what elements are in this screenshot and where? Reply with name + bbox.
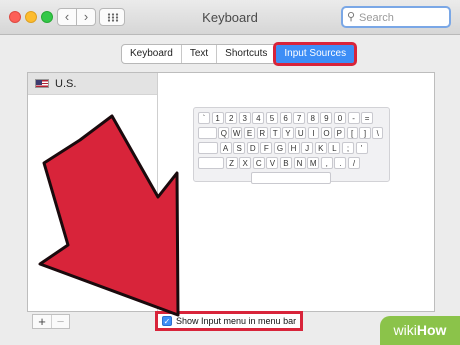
key: J <box>301 142 314 154</box>
keyboard-row: Q W E R T Y U I O P[] \ <box>198 127 385 140</box>
key: L <box>328 142 341 154</box>
key: O <box>320 127 333 139</box>
show-input-menu-label: Show Input menu in menu bar <box>176 316 297 326</box>
key: 3 <box>238 112 251 124</box>
key: ` <box>198 112 210 124</box>
tab-bar: Keyboard Text Shortcuts Input Sources <box>121 42 358 66</box>
back-button[interactable]: ‹ <box>57 8 77 26</box>
key: . <box>334 157 347 169</box>
minimize-button[interactable] <box>25 11 37 23</box>
keyboard-preview: ` 1 2 3 4 5 6 7 8 9 0- = Q W E R T Y U I O P[] \ A S D F G H J K L; ' Z X C… <box>193 107 390 185</box>
key: \ <box>372 127 384 139</box>
add-source-button[interactable]: + <box>33 315 51 328</box>
key: U <box>295 127 307 139</box>
show-all-button[interactable] <box>99 8 125 26</box>
key: V <box>266 157 279 169</box>
search-input[interactable] <box>359 10 447 25</box>
remove-source-button[interactable]: − <box>51 315 69 328</box>
key: 1 <box>211 112 224 124</box>
tab-keyboard[interactable]: Keyboard <box>122 45 182 63</box>
key: D <box>246 142 259 154</box>
key: 0 <box>333 112 346 124</box>
modifier-key <box>198 142 218 154</box>
source-item-label: U.S. <box>55 77 77 90</box>
key: 6 <box>279 112 292 124</box>
grid-icon <box>107 13 119 22</box>
key: 5 <box>265 112 278 124</box>
key: 2 <box>225 112 238 124</box>
key: 7 <box>293 112 306 124</box>
tab-text[interactable]: Text <box>182 45 218 63</box>
key: X <box>239 157 252 169</box>
key: Q <box>218 127 230 139</box>
key: ; <box>341 142 354 154</box>
tab-input-sources[interactable]: Input Sources <box>273 42 358 66</box>
key: G <box>273 142 286 154</box>
key: B <box>279 157 292 169</box>
keyboard-row: ` 1 2 3 4 5 6 7 8 9 0- = <box>198 112 385 125</box>
chevron-left-icon: ‹ <box>64 9 70 24</box>
key: P <box>333 127 345 139</box>
show-input-menu-checkbox[interactable]: ✓ <box>162 316 172 326</box>
key: 8 <box>306 112 319 124</box>
tab-shortcuts[interactable]: Shortcuts <box>217 45 277 63</box>
keyboard-row <box>198 172 385 185</box>
input-sources-panel: U.S. ` 1 2 3 4 5 6 7 8 9 0- = Q W E R T Y U I O P[] \ A S D F G H J K L… <box>27 72 435 312</box>
title-bar: ‹ › Keyboard ⚲ <box>0 0 460 35</box>
space-key <box>250 172 331 184</box>
add-remove-control: + − <box>32 314 70 329</box>
key: C <box>252 157 265 169</box>
key: A <box>219 142 232 154</box>
source-list: U.S. <box>28 73 158 311</box>
key: Z <box>225 157 238 169</box>
key: 4 <box>252 112 265 124</box>
keyboard-row: Z X C V B N M,. / <box>198 157 385 170</box>
wikihow-watermark: wikiHow <box>380 316 460 345</box>
show-input-menu-option[interactable]: ✓ Show Input menu in menu bar <box>155 311 304 331</box>
key: F <box>260 142 273 154</box>
keyboard-row: A S D F G H J K L; ' <box>198 142 385 155</box>
key: - <box>347 112 360 124</box>
us-flag-icon <box>35 79 49 88</box>
key: ' <box>355 142 368 154</box>
key: N <box>293 157 306 169</box>
search-icon: ⚲ <box>347 11 356 23</box>
key: K <box>314 142 327 154</box>
tab-key <box>198 127 217 139</box>
key: R <box>256 127 268 139</box>
key: S <box>233 142 246 154</box>
key: , <box>320 157 333 169</box>
window-title: Keyboard <box>202 10 258 25</box>
key: T <box>269 127 281 139</box>
search-field[interactable]: ⚲ <box>341 6 451 28</box>
key: = <box>361 112 374 124</box>
key: E <box>243 127 256 139</box>
forward-button[interactable]: › <box>76 8 96 26</box>
key: M <box>307 157 320 169</box>
key: 9 <box>320 112 333 124</box>
key: W <box>231 127 243 139</box>
key: H <box>287 142 300 154</box>
chevron-right-icon: › <box>83 9 89 24</box>
key: Y <box>282 127 294 139</box>
modifier-key <box>198 157 224 169</box>
zoom-button[interactable] <box>41 11 53 23</box>
key: / <box>347 157 360 169</box>
key: ] <box>359 127 371 139</box>
key: [ <box>346 127 358 139</box>
source-item-us[interactable]: U.S. <box>28 73 157 95</box>
close-button[interactable] <box>9 11 21 23</box>
key: I <box>308 127 320 139</box>
